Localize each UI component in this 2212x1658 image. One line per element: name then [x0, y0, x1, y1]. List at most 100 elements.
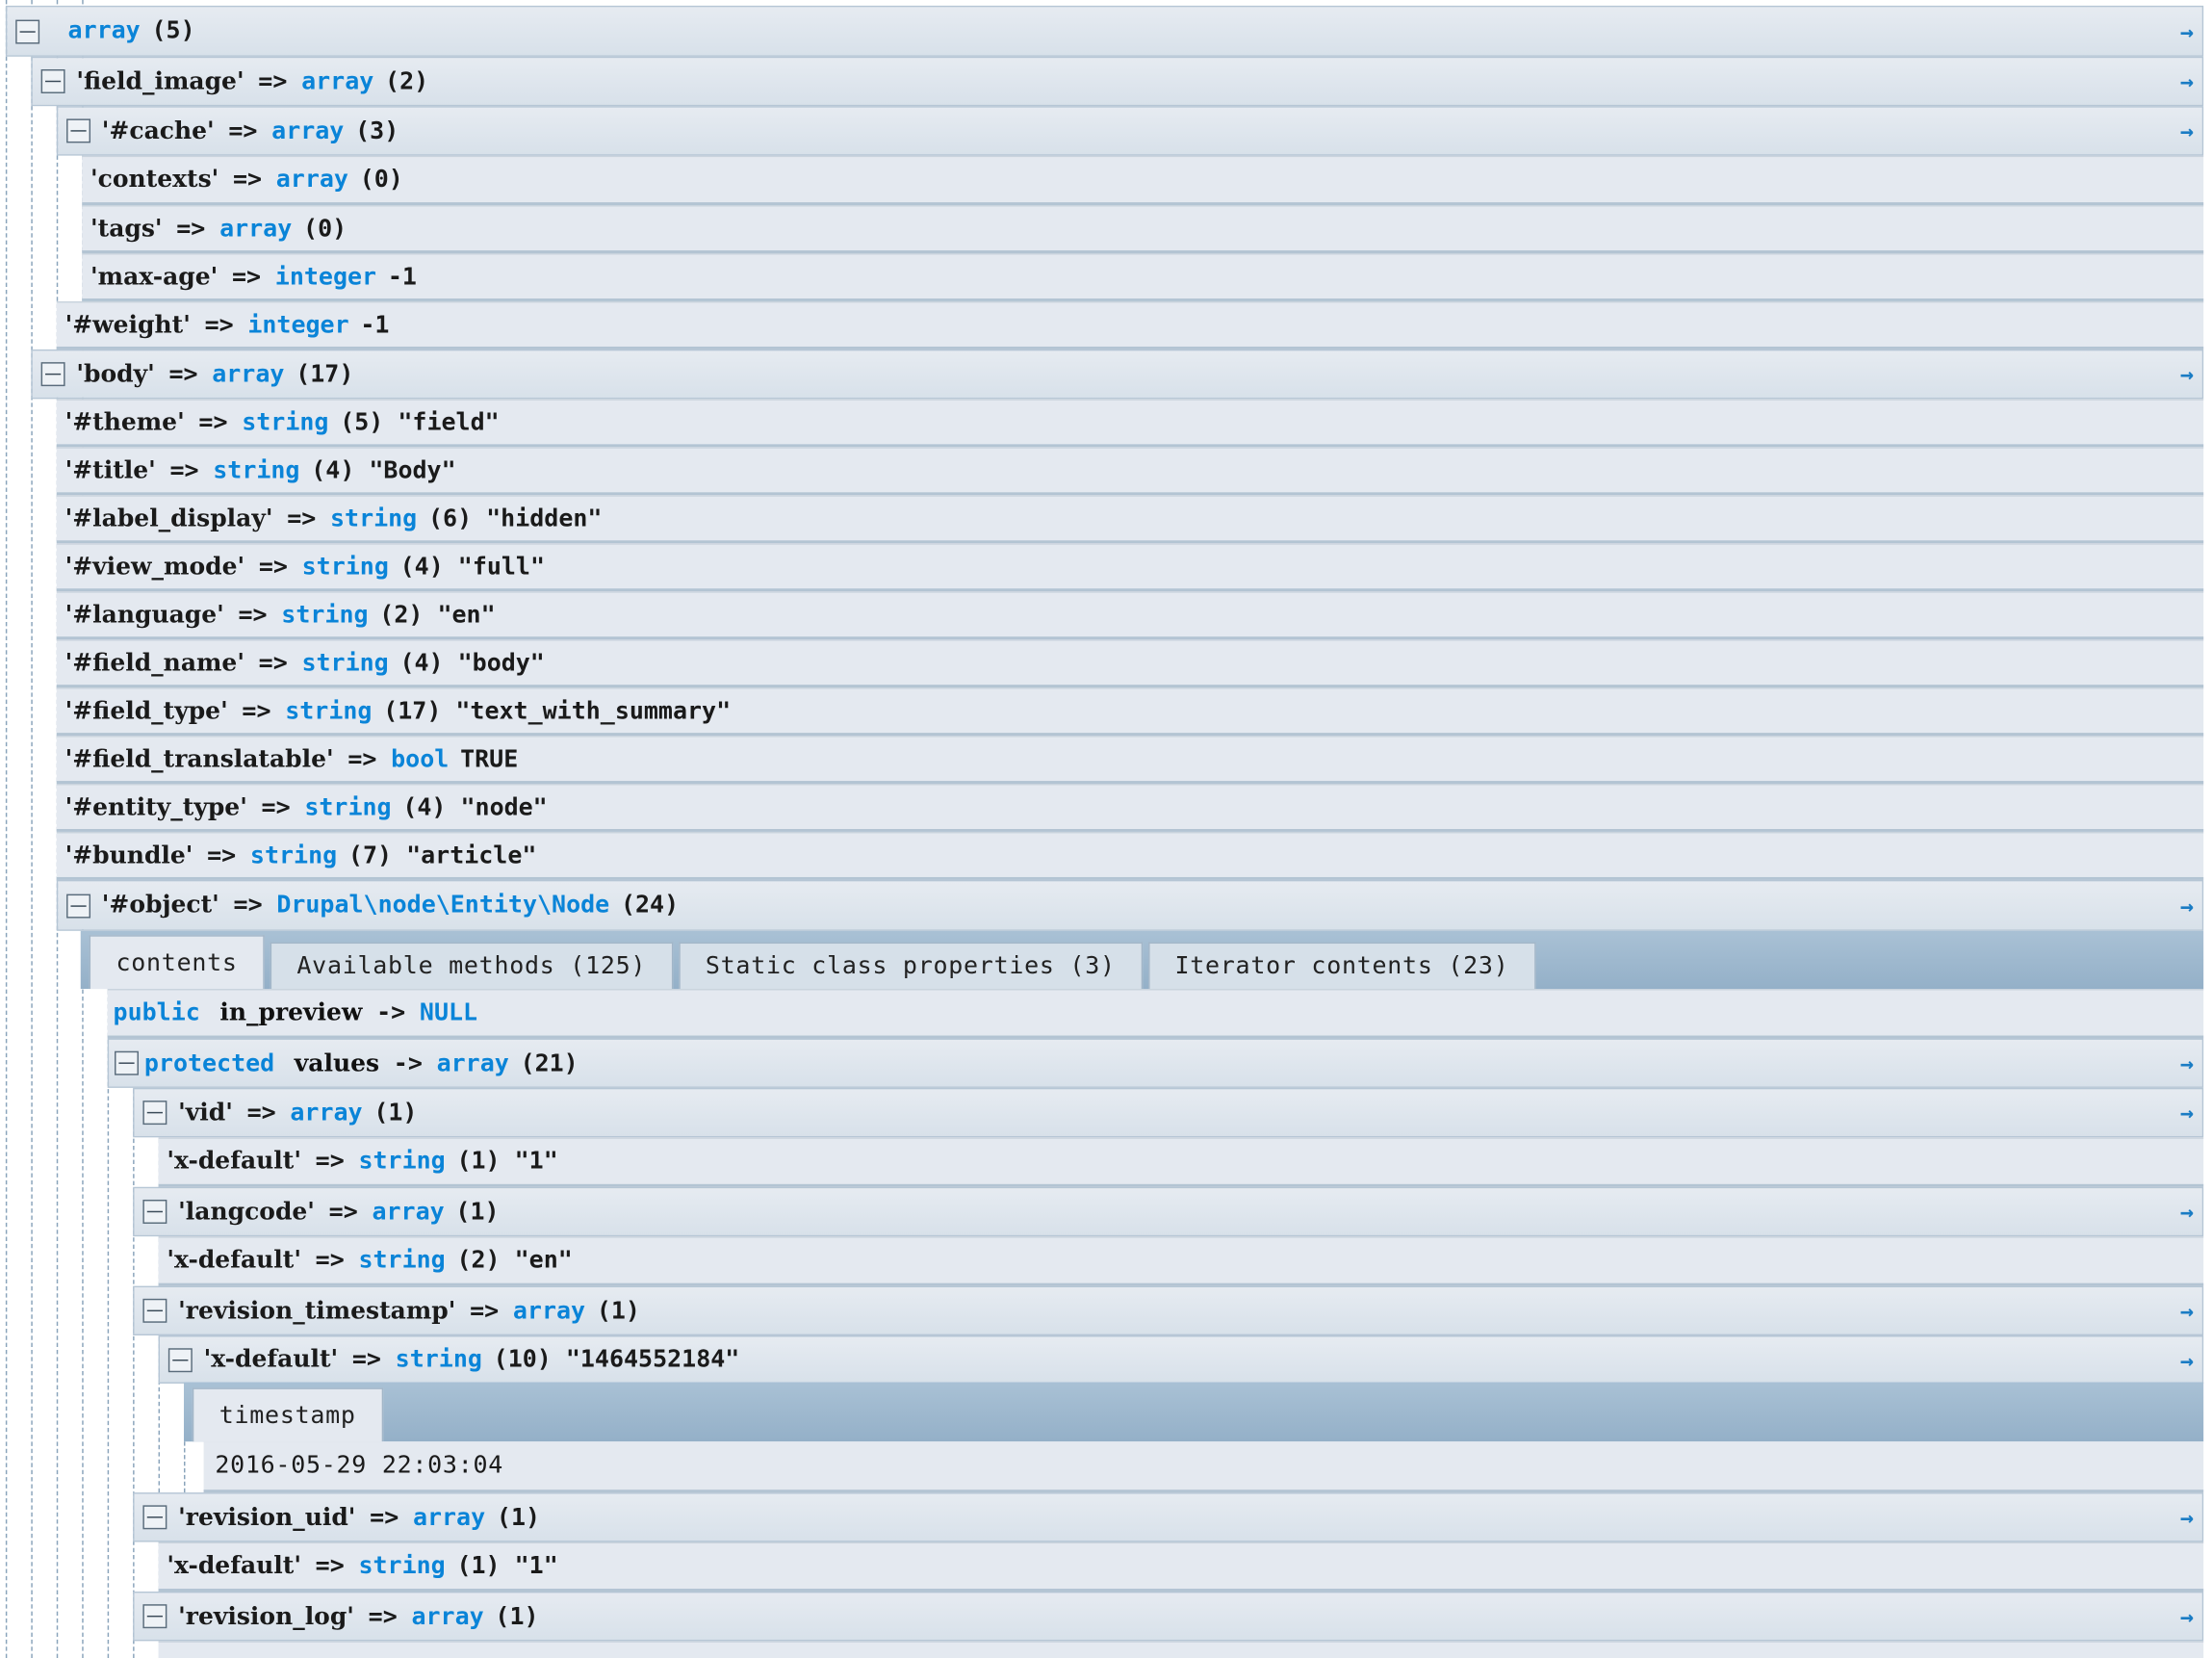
row-value: -1 — [360, 310, 390, 339]
row-operator: => — [368, 1601, 398, 1631]
collapse-toggle-icon[interactable] — [40, 362, 65, 387]
row-key: 'x-default' — [167, 1551, 301, 1581]
row-value: (5) "field" — [340, 407, 500, 437]
row-value: -1 — [387, 262, 417, 291]
expand-arrow-icon[interactable]: → — [2180, 1346, 2194, 1373]
row-operator: => — [238, 600, 268, 630]
expand-arrow-icon[interactable]: → — [2180, 1100, 2194, 1127]
tree-row: 'x-default' => string (1) "1" — [158, 1541, 2204, 1592]
tree-row[interactable]: 'field_image' => array (2) → — [31, 56, 2204, 107]
row-value: (2) "en" — [379, 600, 496, 630]
row-type: integer — [274, 262, 377, 291]
row-operator: => — [287, 504, 317, 533]
row-operator: => — [370, 1503, 399, 1532]
tab-contents[interactable]: contents — [89, 935, 265, 990]
tree-row: '#view_mode' => string (4) "full" — [56, 543, 2204, 592]
row-key: '#object' — [101, 891, 219, 920]
tree-row[interactable]: 'revision_uid' => array (1) → — [133, 1492, 2204, 1542]
expand-arrow-icon[interactable]: → — [2180, 1504, 2194, 1531]
row-operator: => — [258, 552, 288, 582]
collapse-toggle-icon[interactable] — [15, 18, 40, 43]
row-value: (1) — [495, 1601, 539, 1631]
tree-row: '#title' => string (4) "Body" — [56, 447, 2204, 496]
row-type: string — [301, 552, 389, 582]
tab-timestamp[interactable]: timestamp — [192, 1387, 383, 1442]
tree-row[interactable]: 'revision_timestamp' => array (1) → — [133, 1285, 2204, 1336]
tree-row-object[interactable]: '#object' => Drupal\node\Entity\Node (24… — [56, 879, 2204, 931]
collapse-toggle-icon[interactable] — [142, 1505, 167, 1530]
row-operator: => — [347, 744, 377, 773]
tree-row[interactable]: protected values -> array (21) → — [107, 1038, 2204, 1088]
row-visibility: public — [113, 998, 200, 1027]
row-type: array — [290, 1098, 363, 1127]
row-value: (0) — [359, 165, 403, 194]
row-type: string — [358, 1147, 446, 1176]
expand-arrow-icon[interactable]: → — [2180, 1198, 2194, 1225]
row-value: (10) "1464552184" — [493, 1345, 740, 1374]
expand-arrow-icon[interactable]: → — [2180, 1603, 2194, 1630]
tree-row[interactable]: 'vid' => array (1) → — [133, 1087, 2204, 1138]
row-operator: => — [315, 1246, 345, 1275]
tab-static-class-properties[interactable]: Static class properties (3) — [678, 942, 1143, 990]
tab-available-methods[interactable]: Available methods (125) — [270, 942, 674, 990]
expand-arrow-icon[interactable]: → — [2180, 1049, 2194, 1076]
tree-row — [158, 1641, 2204, 1658]
collapse-toggle-icon[interactable] — [142, 1199, 167, 1224]
tree-row[interactable]: 'langcode' => array (1) → — [133, 1186, 2204, 1237]
tree-row: '#field_name' => string (4) "body" — [56, 639, 2204, 688]
row-type: Drupal\node\Entity\Node — [276, 891, 610, 920]
row-operator: => — [233, 891, 263, 920]
collapse-toggle-icon[interactable] — [142, 1101, 167, 1126]
collapse-toggle-icon[interactable] — [66, 893, 91, 918]
expand-arrow-icon[interactable]: → — [2180, 892, 2194, 919]
row-value: (1) — [496, 1503, 541, 1532]
row-type: string — [358, 1551, 446, 1581]
row-type: array — [271, 117, 345, 145]
row-value: (4) "full" — [399, 552, 546, 582]
row-key: '#view_mode' — [64, 552, 245, 582]
tree-row[interactable]: '#cache' => array (3) → — [56, 106, 2204, 156]
row-type: array — [301, 66, 374, 96]
row-operator: => — [246, 1098, 276, 1127]
row-value: (1) "1" — [456, 1551, 558, 1581]
expand-arrow-icon[interactable]: → — [2180, 1297, 2194, 1324]
tree-row[interactable]: 'revision_log' => array (1) → — [133, 1591, 2204, 1642]
row-operator: => — [232, 262, 262, 291]
row-key: '#label_display' — [64, 504, 273, 533]
row-key: 'vid' — [178, 1098, 233, 1127]
tree-row: public in_preview -> NULL — [107, 989, 2204, 1039]
row-key: 'x-default' — [167, 1147, 301, 1176]
tree-guide-line — [184, 1441, 186, 1493]
tree-row[interactable]: 'x-default' => string (10) "1464552184" … — [158, 1335, 2204, 1384]
expand-arrow-icon[interactable]: → — [2180, 68, 2194, 95]
expand-arrow-icon[interactable]: → — [2180, 361, 2194, 388]
tree-guide-line — [107, 990, 110, 1658]
collapse-toggle-icon[interactable] — [142, 1298, 167, 1323]
tab-iterator-contents[interactable]: Iterator contents (23) — [1147, 942, 1536, 990]
row-operator: => — [198, 407, 228, 437]
row-type: array — [512, 1296, 586, 1325]
tree-row: '#label_display' => string (6) "hidden" — [56, 495, 2204, 544]
row-type: array — [219, 214, 293, 243]
row-value: (4) "node" — [402, 792, 548, 821]
collapse-toggle-icon[interactable] — [40, 68, 65, 93]
collapse-toggle-icon[interactable] — [142, 1604, 167, 1629]
tree-row-root[interactable]: array (5) → — [5, 5, 2204, 57]
collapse-toggle-icon[interactable] — [167, 1347, 193, 1372]
row-operator: -> — [376, 998, 406, 1027]
tree-guide-line — [133, 1089, 135, 1658]
tree-row: '#field_type' => string (17) "text_with_sum… — [56, 687, 2204, 737]
expand-arrow-icon[interactable]: → — [2180, 17, 2194, 44]
expand-arrow-icon[interactable]: → — [2180, 117, 2194, 144]
row-key: '#bundle' — [64, 841, 193, 869]
collapse-toggle-icon[interactable] — [115, 1050, 139, 1075]
collapse-toggle-icon[interactable] — [66, 118, 91, 143]
tree-row[interactable]: 'body' => array (17) → — [31, 349, 2204, 400]
row-property: values — [294, 1049, 380, 1077]
tree-row: '#weight' => integer -1 — [56, 300, 2204, 350]
row-key: '#title' — [64, 455, 156, 485]
tree-row: 'max-age' => integer -1 — [82, 253, 2204, 301]
tree-row: 'x-default' => string (1) "1" — [158, 1137, 2204, 1187]
row-key: '#entity_type' — [64, 792, 247, 821]
row-operator: => — [470, 1296, 500, 1325]
